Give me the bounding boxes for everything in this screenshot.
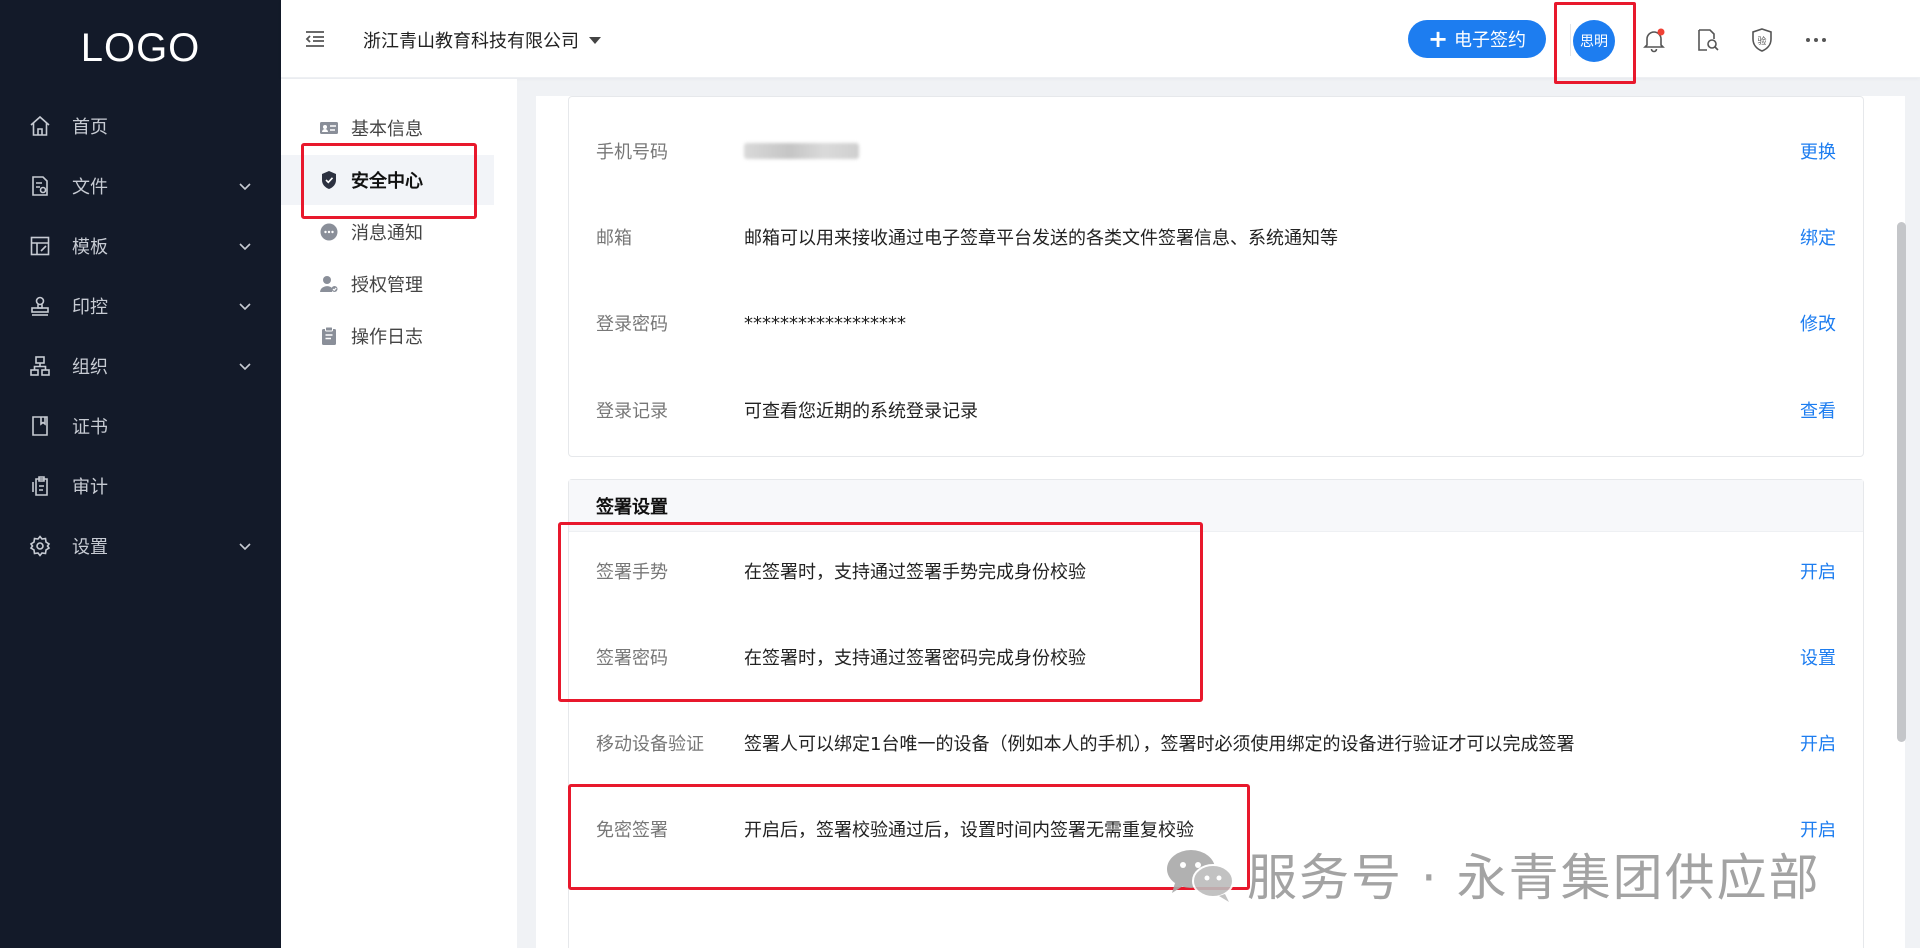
subnav-item-security-center[interactable]: 安全中心 [281,155,494,205]
setting-row-phone: 手机号码 更换 [569,108,1863,194]
sidebar-item-label: 文件 [72,177,108,198]
row-description: 在签署时，支持通过签署密码完成身份校验 [744,648,1086,669]
row-description: 可查看您近期的系统登录记录 [744,401,978,422]
change-password-link[interactable]: 修改 [1800,310,1836,336]
audit-icon [28,474,52,498]
avatar[interactable]: 思明 [1573,20,1615,62]
company-selector[interactable]: 浙江青山教育科技有限公司 [363,27,601,53]
org-icon [28,354,52,378]
settings-icon [28,534,52,558]
stamp-icon [28,294,52,318]
esign-button-label: 电子签约 [1454,30,1527,51]
masked-password: ****************** [744,312,906,334]
row-description: 邮箱可以用来接收通过电子签章平台发送的各类文件签署信息、系统通知等 [744,228,1338,249]
enable-device-verify-link[interactable]: 开启 [1800,730,1836,756]
masked-phone-value [744,143,859,159]
row-label: 登录密码 [596,314,668,335]
sidebar-item-label: 模板 [72,237,108,258]
template-icon [28,234,52,258]
set-sign-password-link[interactable]: 设置 [1800,644,1836,670]
top-header: 浙江青山教育科技有限公司 + 电子签约 验 [281,0,1920,78]
scrollbar-thumb[interactable] [1897,222,1906,742]
sidebar-item-label: 组织 [72,357,108,378]
user-auth-icon [319,274,339,294]
sidebar-item-label: 设置 [72,537,108,558]
caret-down-icon [589,36,601,44]
sidebar-item-certificates[interactable]: 证书 [0,396,281,456]
sidebar-item-files[interactable]: 文件 [0,156,281,216]
sidebar-item-audit[interactable]: 审计 [0,456,281,516]
settings-subnav: 基本信息 安全中心 消息通知 授权管理 操作日志 [281,79,517,948]
sidebar-item-templates[interactable]: 模板 [0,216,281,276]
chevron-down-icon [237,238,253,254]
sidebar: LOGO 首页 文件 模板 印控 组织 证书 审计 设置 [0,0,281,948]
message-icon [319,222,339,242]
log-icon [319,326,339,346]
view-login-history-link[interactable]: 查看 [1800,397,1836,423]
change-phone-link[interactable]: 更换 [1800,138,1836,164]
subnav-item-label: 基本信息 [351,119,423,140]
certificate-icon [28,414,52,438]
row-label: 免密签署 [596,820,668,841]
company-name: 浙江青山教育科技有限公司 [363,31,579,52]
setting-row-sign-gesture: 签署手势 在签署时，支持通过签署手势完成身份校验 开启 [569,528,1863,614]
sidebar-item-home[interactable]: 首页 [0,96,281,156]
subnav-item-label: 消息通知 [351,223,423,244]
row-label: 手机号码 [596,142,668,163]
bind-email-link[interactable]: 绑定 [1800,224,1836,250]
row-description: 签署人可以绑定1台唯一的设备（例如本人的手机），签署时必须使用绑定的设备进行验证… [744,734,1575,755]
enable-gesture-link[interactable]: 开启 [1800,558,1836,584]
watermark: 服务号 · 永青集团供应部 [1163,838,1821,910]
subnav-item-label: 操作日志 [351,327,423,348]
sidebar-item-organization[interactable]: 组织 [0,336,281,396]
verify-shield-icon[interactable]: 验 [1749,27,1775,53]
setting-row-email: 邮箱 邮箱可以用来接收通过电子签章平台发送的各类文件签署信息、系统通知等 绑定 [569,194,1863,280]
setting-row-sign-password: 签署密码 在签署时，支持通过签署密码完成身份校验 设置 [569,614,1863,700]
home-icon [28,114,52,138]
esign-button[interactable]: + 电子签约 [1408,20,1546,58]
row-description: 开启后，签署校验通过后，设置时间内签署无需重复校验 [744,820,1194,841]
sidebar-item-label: 证书 [72,417,108,438]
chevron-down-icon [237,538,253,554]
row-label: 移动设备验证 [596,734,704,755]
security-content: 手机号码 更换 邮箱 邮箱可以用来接收通过电子签章平台发送的各类文件签署信息、系… [536,96,1905,948]
subnav-item-operation-log[interactable]: 操作日志 [281,311,494,361]
row-label: 登录记录 [596,401,668,422]
sidebar-item-settings[interactable]: 设置 [0,516,281,576]
doc-search-icon[interactable] [1695,27,1721,53]
row-label: 邮箱 [596,228,632,249]
bell-icon[interactable] [1641,27,1667,53]
svg-text:验: 验 [1757,35,1766,47]
section-title: 签署设置 [569,480,1863,532]
chevron-down-icon [237,298,253,314]
file-icon [28,174,52,198]
account-security-card: 手机号码 更换 邮箱 邮箱可以用来接收通过电子签章平台发送的各类文件签署信息、系… [568,96,1864,457]
row-label: 签署手势 [596,562,668,583]
row-description: 在签署时，支持通过签署手势完成身份校验 [744,562,1086,583]
row-label: 签署密码 [596,648,668,669]
sidebar-item-seal-control[interactable]: 印控 [0,276,281,336]
menu-collapse-icon[interactable] [303,27,327,51]
subnav-item-label: 授权管理 [351,275,423,296]
setting-row-login-history: 登录记录 可查看您近期的系统登录记录 查看 [569,367,1863,453]
chevron-down-icon [237,358,253,374]
watermark-text: 服务号 · 永青集团供应部 [1247,849,1821,907]
sidebar-item-label: 首页 [72,117,108,138]
setting-row-login-password: 登录密码 ****************** 修改 [569,280,1863,366]
logo: LOGO [80,25,201,70]
plus-icon: + [1427,25,1449,53]
shield-icon [319,170,339,190]
subnav-item-basic-info[interactable]: 基本信息 [281,103,494,153]
sidebar-item-label: 审计 [72,477,108,498]
more-icon[interactable] [1803,27,1829,53]
id-card-icon [319,118,339,138]
chevron-down-icon [237,178,253,194]
wechat-icon [1163,845,1237,903]
sidebar-item-label: 印控 [72,297,108,318]
subnav-item-authorization[interactable]: 授权管理 [281,259,494,309]
setting-row-mobile-device: 移动设备验证 签署人可以绑定1台唯一的设备（例如本人的手机），签署时必须使用绑定… [569,700,1863,786]
subnav-item-notifications[interactable]: 消息通知 [281,207,494,257]
subnav-item-label: 安全中心 [351,171,423,192]
